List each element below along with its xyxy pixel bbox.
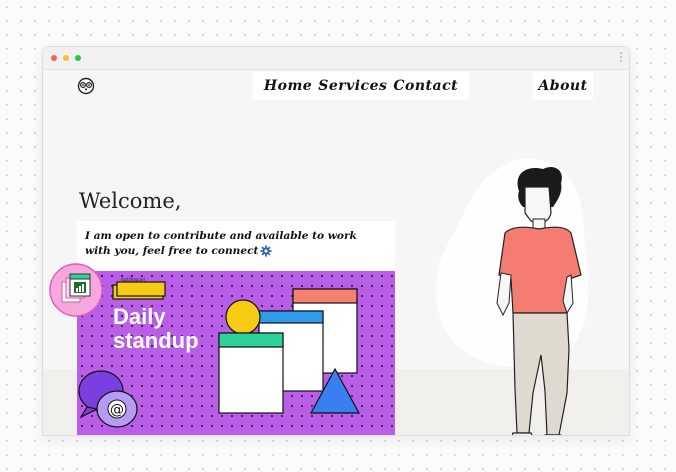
svg-text:@: @: [110, 402, 124, 418]
intro-text-content: I am open to contribute and available to…: [85, 230, 357, 257]
chart-stack-icon[interactable]: [48, 262, 104, 318]
owl-logo-icon[interactable]: [77, 77, 95, 95]
nav-home-link[interactable]: Home: [264, 78, 312, 94]
nav-services-link[interactable]: Services: [318, 78, 387, 94]
main-nav: Home Services Contact: [253, 72, 469, 100]
welcome-heading: Welcome,: [79, 189, 182, 213]
minimize-dot-icon[interactable]: [63, 55, 69, 61]
nav-contact-link[interactable]: Contact: [393, 78, 458, 94]
card-title: Daily standup: [113, 305, 199, 353]
card-tag-label: Ogf.Btag.tel: [121, 277, 145, 282]
gear-icon[interactable]: [260, 245, 273, 257]
intro-box: I am open to contribute and available to…: [77, 221, 395, 271]
maximize-dot-icon[interactable]: [75, 55, 81, 61]
window-menu-icon[interactable]: [620, 52, 623, 64]
card-illustration: @: [78, 281, 361, 428]
person-illustration: [496, 166, 582, 435]
daily-standup-card: @ Ogf.Btag.tel Daily standup: [77, 271, 395, 435]
card-title-line1: Daily: [113, 304, 166, 329]
title-bar: [43, 47, 629, 70]
close-dot-icon[interactable]: [51, 55, 57, 61]
about-nav: About: [533, 72, 593, 100]
card-title-line2: standup: [113, 328, 199, 353]
intro-text: I am open to contribute and available to…: [85, 229, 385, 259]
nav-about-link[interactable]: About: [538, 78, 587, 94]
browser-window: Home Services Contact About Welcome, I a…: [42, 46, 630, 436]
chat-bubbles-icon: @: [78, 370, 138, 428]
